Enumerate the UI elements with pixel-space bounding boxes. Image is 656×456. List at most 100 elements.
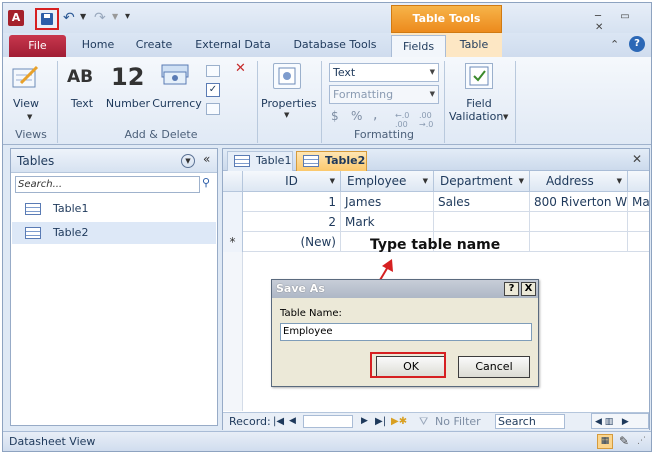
view-button[interactable]: View (7, 97, 45, 110)
cell-address[interactable] (530, 232, 628, 252)
cell-address[interactable] (530, 212, 628, 232)
nav-search-input[interactable]: Search... (15, 176, 200, 193)
cell-department[interactable]: Sales (434, 192, 530, 212)
design-view-icon[interactable]: ✎ (619, 434, 629, 448)
last-record-icon[interactable]: ▶| (375, 413, 386, 430)
tab-table[interactable]: Table (451, 33, 497, 57)
column-header-department[interactable]: Department ▼ (434, 171, 530, 192)
doc-tab-table1[interactable]: Table1 (227, 151, 293, 171)
currency-icon[interactable] (161, 63, 189, 87)
customize-qat-icon[interactable]: ▾ (125, 11, 130, 22)
format-select[interactable]: Formatting ▼ (329, 85, 439, 104)
nav-item-table2[interactable]: Table2 (12, 222, 216, 244)
doc-tab-label: Table2 (325, 154, 366, 167)
search-icon[interactable]: ⚲ (202, 176, 215, 193)
minimize-ribbon-icon[interactable]: ⌃ (610, 38, 619, 51)
dialog-close-button[interactable]: X (521, 282, 536, 296)
cancel-button[interactable]: Cancel (458, 356, 530, 378)
table-row[interactable]: 1 James Sales 800 Riverton W Ma (223, 192, 649, 212)
table-row[interactable]: 2 Mark (223, 212, 649, 232)
access-logo-icon[interactable]: A (8, 10, 24, 26)
field-validation-button[interactable]: Validation (449, 110, 503, 123)
format-value: Formatting (333, 88, 394, 101)
number-button[interactable]: Number (105, 97, 151, 110)
field-validation-dropdown-icon[interactable]: ▼ (503, 113, 508, 121)
column-header-id[interactable]: ID ▼ (243, 171, 341, 192)
collapse-nav-icon[interactable]: « (203, 152, 210, 166)
increase-decimals-icon[interactable]: ←.0.00 (395, 111, 409, 129)
tab-external-data[interactable]: External Data (191, 33, 275, 57)
properties-button[interactable]: Properties (261, 97, 317, 110)
yes-no-icon[interactable]: ✓ (206, 83, 220, 97)
field-validation-label[interactable]: Field (451, 97, 507, 110)
resize-grip-icon[interactable]: ⋰ (637, 436, 646, 446)
cell-id-new[interactable]: (New) (243, 232, 341, 252)
nav-menu-dropdown-icon[interactable]: ▼ (181, 154, 195, 168)
currency-format-button[interactable]: $ (331, 109, 339, 123)
column-header-address[interactable]: Address ▼ (530, 171, 628, 192)
tab-fields[interactable]: Fields (391, 35, 446, 58)
properties-icon[interactable] (273, 63, 301, 89)
cell-employee[interactable]: Mark (341, 212, 434, 232)
text-field-icon[interactable]: AB (67, 67, 93, 87)
horizontal-scrollbar[interactable]: ◀ ▥ ▶ (591, 413, 649, 429)
delete-field-icon[interactable]: ✕ (235, 61, 246, 76)
undo-icon[interactable]: ↶ (63, 10, 75, 26)
date-time-icon[interactable] (206, 65, 220, 77)
row-selector[interactable] (223, 192, 243, 212)
prev-record-icon[interactable]: ◀ (289, 413, 296, 430)
field-validation-icon[interactable] (465, 63, 493, 89)
cell-id[interactable]: 2 (243, 212, 341, 232)
save-button[interactable] (35, 8, 59, 30)
row-selector[interactable] (223, 212, 243, 232)
help-icon[interactable]: ? (629, 36, 645, 52)
cell-overflow[interactable]: Ma (628, 192, 649, 212)
decrease-decimals-icon[interactable]: .00 →.0 (419, 111, 433, 129)
chevron-down-icon[interactable]: ▼ (617, 171, 622, 191)
tab-home[interactable]: Home (75, 33, 121, 57)
cell-id[interactable]: 1 (243, 192, 341, 212)
select-all-cell[interactable] (223, 171, 243, 192)
cell-department[interactable] (434, 212, 530, 232)
tab-file[interactable]: File (9, 35, 66, 57)
number-field-icon[interactable]: 12 (111, 63, 144, 91)
chevron-down-icon[interactable]: ▼ (330, 171, 335, 191)
chevron-down-icon[interactable]: ▼ (519, 171, 524, 191)
doc-tab-table2[interactable]: Table2 (296, 151, 367, 171)
navigation-pane: Tables ▼ « Search... ⚲ Table1 Table2 (10, 148, 218, 426)
record-number-input[interactable] (303, 415, 353, 428)
column-header-employee[interactable]: Employee ▼ (341, 171, 434, 192)
cell-employee[interactable]: James (341, 192, 434, 212)
more-fields-icon[interactable] (206, 103, 220, 115)
text-button[interactable]: Text (65, 97, 99, 110)
data-type-value: Text (333, 66, 356, 79)
chevron-down-icon[interactable]: ▼ (423, 171, 428, 191)
access-window: A ↶ ▼ ↷ ▼ ▾ Table Tools ─ ▭ ✕ File Home … (2, 2, 652, 452)
first-record-icon[interactable]: |◀ (273, 413, 284, 430)
redo-icon[interactable]: ↷ (94, 10, 106, 26)
window-controls[interactable]: ─ ▭ ✕ (595, 11, 651, 33)
column-header-label: Address (546, 174, 594, 188)
nav-item-table1[interactable]: Table1 (12, 198, 216, 220)
undo-dropdown-icon[interactable]: ▼ (80, 12, 86, 21)
cell-address[interactable]: 800 Riverton W (530, 192, 628, 212)
next-record-icon[interactable]: ▶ (361, 413, 368, 430)
data-type-select[interactable]: Text ▼ (329, 63, 439, 82)
record-search-input[interactable]: Search (495, 414, 565, 429)
datasheet-view-icon[interactable]: ▦ (597, 434, 613, 449)
properties-dropdown-icon[interactable]: ▼ (284, 111, 289, 119)
currency-button[interactable]: Currency (151, 97, 203, 110)
new-record-icon[interactable]: ▶✱ (391, 413, 407, 430)
view-icon[interactable] (11, 63, 41, 91)
dialog-help-button[interactable]: ? (504, 282, 519, 296)
comma-format-button[interactable]: , (373, 107, 377, 123)
table-name-input[interactable]: Employee (280, 323, 532, 341)
close-document-icon[interactable]: ✕ (632, 152, 642, 166)
view-dropdown-icon[interactable]: ▼ (27, 113, 32, 121)
tab-database-tools[interactable]: Database Tools (287, 33, 383, 57)
column-header-add[interactable] (628, 171, 649, 192)
no-filter-button[interactable]: No Filter (435, 413, 481, 430)
percent-format-button[interactable]: % (351, 109, 362, 123)
tab-create[interactable]: Create (129, 33, 179, 57)
redo-dropdown-icon[interactable]: ▼ (112, 12, 118, 21)
